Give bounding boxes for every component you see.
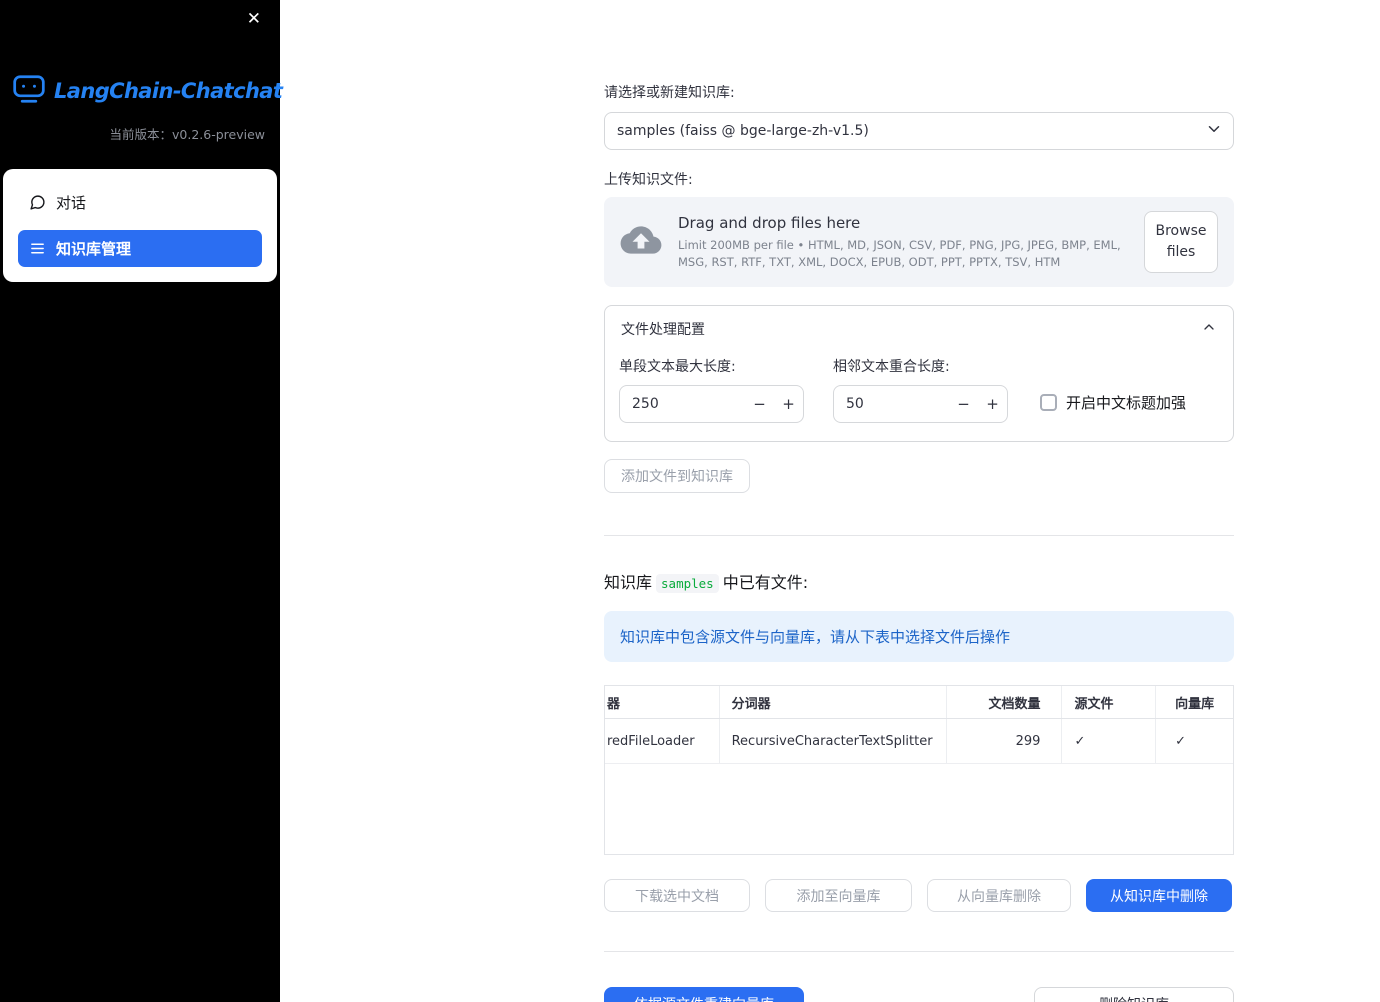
cell-vector-check: ✓ bbox=[1175, 733, 1187, 749]
dropzone-title: Drag and drop files here bbox=[678, 214, 861, 233]
files-table: 器 分词器 文档数量 源文件 向量库 redFileLoader Recursi… bbox=[604, 685, 1234, 855]
config-expander-title: 文件处理配置 bbox=[621, 322, 705, 338]
overlap-group: 相邻文本重合长度: 50 − + bbox=[833, 356, 1008, 423]
config-expander: 文件处理配置 单段文本最大长度: 250 − + 相邻文本重合长度: 50 − … bbox=[604, 305, 1234, 442]
kb-action-buttons: 依据源文件重建向量库 删除知识库 bbox=[604, 987, 1234, 1002]
row-action-buttons: 下载选中文档 添加至向量库 从向量库删除 从知识库中删除 bbox=[604, 879, 1234, 912]
table-row[interactable]: redFileLoader RecursiveCharacterTextSpli… bbox=[605, 719, 1233, 764]
overlap-increment-button[interactable]: + bbox=[978, 395, 1007, 413]
kb-select-label: 请选择或新建知识库: bbox=[604, 85, 735, 101]
app-logo-text: LangChain-Chatchat bbox=[54, 79, 283, 103]
chunk-size-increment-button[interactable]: + bbox=[774, 395, 803, 413]
chunk-size-label: 单段文本最大长度: bbox=[619, 359, 736, 375]
overlap-label: 相邻文本重合长度: bbox=[833, 359, 950, 375]
content-column: 请选择或新建知识库: samples (faiss @ bge-large-zh… bbox=[604, 82, 1234, 1002]
kb-select[interactable]: samples (faiss @ bge-large-zh-v1.5) bbox=[604, 112, 1234, 150]
zh-title-enhance-checkbox-row[interactable]: 开启中文标题加强 bbox=[1040, 392, 1186, 413]
chunk-size-group: 单段文本最大长度: 250 − + bbox=[619, 356, 804, 423]
cell-source-check: ✓ bbox=[1062, 719, 1157, 763]
chatbot-logo-icon bbox=[12, 74, 46, 108]
header-loader: 器 bbox=[605, 686, 720, 718]
app-logo: LangChain-Chatchat bbox=[0, 74, 283, 108]
sidebar-close-icon[interactable]: ✕ bbox=[241, 7, 267, 32]
nav-item-knowledge-base-label: 知识库管理 bbox=[56, 240, 132, 258]
divider bbox=[604, 951, 1234, 952]
kb-name-code: samples bbox=[656, 574, 719, 593]
existing-files-prefix: 知识库 bbox=[604, 573, 653, 592]
kb-select-value: samples (faiss @ bge-large-zh-v1.5) bbox=[617, 123, 869, 139]
upload-cloud-icon bbox=[620, 223, 662, 261]
delete-from-kb-button[interactable]: 从知识库中删除 bbox=[1086, 879, 1232, 912]
file-dropzone[interactable]: Drag and drop files here Limit 200MB per… bbox=[604, 197, 1234, 287]
upload-label: 上传知识文件: bbox=[604, 172, 693, 188]
nav-item-knowledge-base[interactable]: 知识库管理 bbox=[18, 230, 262, 267]
browse-files-button[interactable]: Browse files bbox=[1144, 211, 1218, 273]
chevron-down-icon bbox=[1205, 120, 1223, 142]
delete-kb-button[interactable]: 删除知识库 bbox=[1034, 987, 1234, 1002]
zh-title-enhance-label: 开启中文标题加强 bbox=[1066, 394, 1187, 412]
sidebar: ✕ LangChain-Chatchat 当前版本：v0.2.6-preview… bbox=[0, 0, 283, 1002]
checkbox-unchecked-icon[interactable] bbox=[1040, 394, 1057, 411]
chevron-up-icon bbox=[1201, 319, 1217, 339]
header-splitter: 分词器 bbox=[720, 686, 947, 718]
table-header-row: 器 分词器 文档数量 源文件 向量库 bbox=[605, 686, 1233, 719]
main-area: 请选择或新建知识库: samples (faiss @ bge-large-zh… bbox=[280, 0, 1380, 1002]
header-source-file: 源文件 bbox=[1062, 686, 1157, 718]
nav-item-dialogue[interactable]: 对话 bbox=[18, 184, 262, 221]
overlap-input[interactable]: 50 − + bbox=[833, 385, 1008, 423]
add-files-button[interactable]: 添加文件到知识库 bbox=[604, 459, 750, 493]
rebuild-vector-button[interactable]: 依据源文件重建向量库 bbox=[604, 987, 804, 1002]
cell-doc-count: 299 bbox=[947, 719, 1063, 763]
nav-item-dialogue-label: 对话 bbox=[56, 194, 87, 212]
cell-splitter: RecursiveCharacterTextSplitter bbox=[720, 719, 947, 763]
chunk-size-input[interactable]: 250 − + bbox=[619, 385, 804, 423]
version-text: 当前版本：v0.2.6-preview bbox=[109, 127, 266, 142]
add-to-vector-button[interactable]: 添加至向量库 bbox=[765, 879, 912, 912]
header-vector-store: 向量库 bbox=[1175, 696, 1215, 712]
config-expander-header[interactable]: 文件处理配置 bbox=[605, 306, 1233, 348]
existing-files-suffix: 中已有文件: bbox=[722, 573, 809, 592]
overlap-value: 50 bbox=[846, 396, 864, 412]
info-banner: 知识库中包含源文件与向量库，请从下表中选择文件后操作 bbox=[604, 611, 1234, 662]
cell-loader: redFileLoader bbox=[605, 719, 720, 763]
overlap-decrement-button[interactable]: − bbox=[949, 395, 978, 413]
chunk-size-decrement-button[interactable]: − bbox=[745, 395, 774, 413]
existing-files-text: 知识库 samples 中已有文件: bbox=[604, 569, 1234, 593]
config-expander-body: 单段文本最大长度: 250 − + 相邻文本重合长度: 50 − + 开启中文标… bbox=[605, 348, 1233, 441]
dropzone-limits: Limit 200MB per file • HTML, MD, JSON, C… bbox=[678, 238, 1121, 269]
download-selected-button[interactable]: 下载选中文档 bbox=[604, 879, 750, 912]
table-empty-area bbox=[605, 764, 1233, 854]
list-icon bbox=[29, 240, 46, 257]
dropzone-text: Drag and drop files here Limit 200MB per… bbox=[678, 214, 1128, 269]
chunk-size-value: 250 bbox=[632, 396, 659, 412]
divider bbox=[604, 535, 1234, 536]
delete-from-vector-button[interactable]: 从向量库删除 bbox=[927, 879, 1071, 912]
header-doc-count: 文档数量 bbox=[947, 686, 1063, 718]
nav-card: 对话 知识库管理 bbox=[3, 169, 277, 282]
chat-bubble-icon bbox=[29, 194, 46, 211]
